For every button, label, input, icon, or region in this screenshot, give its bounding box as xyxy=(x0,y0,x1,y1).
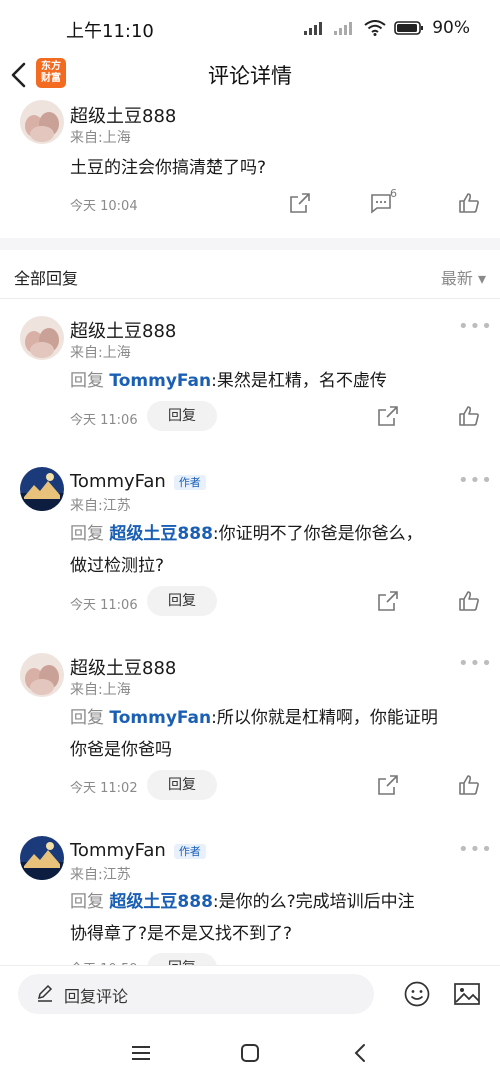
wifi-icon xyxy=(364,20,386,36)
location: 来自:上海 xyxy=(70,682,131,698)
battery-percent: 90% xyxy=(432,18,470,38)
reply-time: 今天 11:06 xyxy=(70,598,138,613)
username[interactable]: TommyFan 作者 xyxy=(70,840,206,861)
more-icon[interactable]: ••• xyxy=(458,839,493,860)
reply-input-placeholder[interactable]: 回复评论 xyxy=(64,983,128,1007)
avatar[interactable] xyxy=(20,653,64,697)
mention-link[interactable]: 超级土豆888 xyxy=(109,892,213,912)
image-icon[interactable] xyxy=(453,980,481,1008)
username[interactable]: 超级土豆888 xyxy=(70,654,176,680)
avatar[interactable] xyxy=(20,316,64,360)
reply-time: 今天 11:02 xyxy=(70,781,138,796)
status-time: 上午11:10 xyxy=(66,21,154,42)
replies-title: 全部回复 xyxy=(14,269,79,288)
reply-text: 回复 超级土豆888:你证明不了你爸是你爸么， 做过检测拉? xyxy=(70,524,423,576)
share-icon[interactable] xyxy=(376,404,400,428)
reply-button[interactable]: 回复 xyxy=(147,586,217,616)
mention-link[interactable]: TommyFan xyxy=(109,708,211,728)
comment-text: 土豆的注会你搞清楚了吗? xyxy=(70,158,267,178)
username[interactable]: 超级土豆888 xyxy=(70,317,176,343)
menu-icon[interactable] xyxy=(131,1044,151,1062)
home-icon[interactable] xyxy=(240,1043,260,1063)
more-icon[interactable]: ••• xyxy=(458,470,493,491)
like-icon[interactable] xyxy=(457,404,481,428)
reply-button[interactable]: 回复 xyxy=(147,770,217,800)
location: 来自:江苏 xyxy=(70,867,131,883)
like-icon[interactable] xyxy=(457,191,481,215)
username[interactable]: 超级土豆888 xyxy=(70,102,176,128)
status-icons: 90% xyxy=(304,18,470,38)
avatar[interactable] xyxy=(20,100,64,144)
mention-link[interactable]: 超级土豆888 xyxy=(109,524,213,544)
avatar[interactable] xyxy=(20,836,64,880)
comment-count: 6 xyxy=(390,187,397,200)
signal-icon xyxy=(304,22,323,35)
share-icon[interactable] xyxy=(288,191,312,215)
location: 来自:上海 xyxy=(70,345,131,361)
nav-back-icon[interactable] xyxy=(352,1043,368,1063)
comment-time: 今天 10:04 xyxy=(70,199,138,214)
author-badge: 作者 xyxy=(173,844,206,859)
author-badge: 作者 xyxy=(173,475,206,490)
reply-text: 回复 TommyFan:所以你就是杠精啊，你能证明 你爸是你爸吗 xyxy=(70,708,438,760)
divider xyxy=(0,298,500,299)
location: 来自:江苏 xyxy=(70,498,131,514)
reply-time: 今天 11:06 xyxy=(70,413,138,428)
like-icon[interactable] xyxy=(457,589,481,613)
more-icon[interactable]: ••• xyxy=(458,316,493,337)
reply-button[interactable]: 回复 xyxy=(147,401,217,431)
share-icon[interactable] xyxy=(376,589,400,613)
reply-text: 回复 超级土豆888:是你的么?完成培训后中注 协得章了?是不是又找不到了? xyxy=(70,892,415,944)
emoji-icon[interactable] xyxy=(403,980,431,1008)
pencil-icon xyxy=(37,984,53,1002)
signal-2-icon xyxy=(334,22,353,35)
like-icon[interactable] xyxy=(457,773,481,797)
username[interactable]: TommyFan 作者 xyxy=(70,471,206,492)
share-icon[interactable] xyxy=(376,773,400,797)
reply-text: 回复 TommyFan:果然是杠精，名不虚传 xyxy=(70,371,387,391)
more-icon[interactable]: ••• xyxy=(458,653,493,674)
avatar[interactable] xyxy=(20,467,64,511)
location: 来自:上海 xyxy=(70,130,131,146)
battery-icon xyxy=(394,21,424,35)
sort-dropdown[interactable]: 最新 ▾ xyxy=(441,265,486,289)
mention-link[interactable]: TommyFan xyxy=(109,371,211,391)
page-title: 评论详情 xyxy=(208,64,292,88)
section-divider xyxy=(0,238,500,250)
